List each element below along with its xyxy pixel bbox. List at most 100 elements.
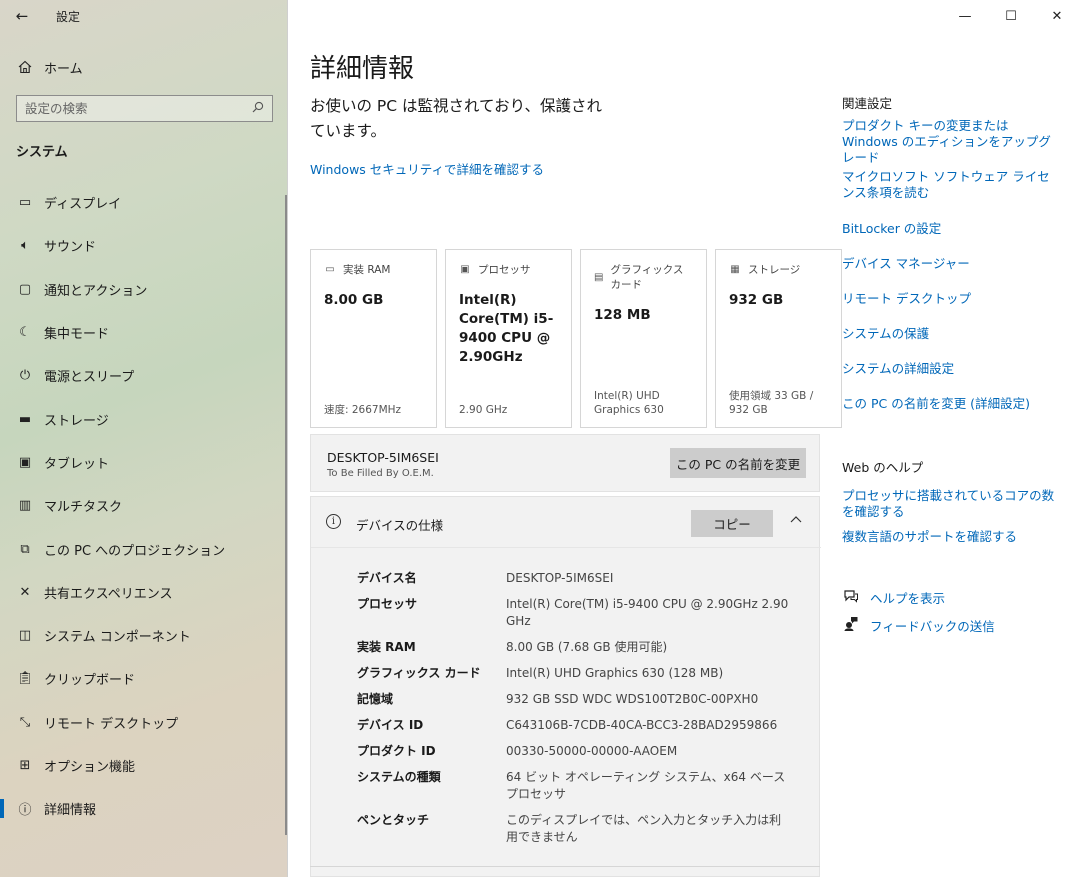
spec-label: プロセッサ (357, 597, 418, 611)
sidebar-item-label: マルチタスク (44, 500, 123, 516)
spec-value: Intel(R) Core(TM) i5-9400 CPU @ 2.90GHz … (506, 597, 789, 628)
web-help-heading: Web のヘルプ (842, 460, 924, 475)
main-content: — ☐ ✕ 詳細情報 お使いの PC は監視されており、保護されています。 Wi… (289, 0, 1080, 877)
system-protection-link[interactable]: システムの保護 (842, 326, 1057, 342)
processor-cores-link[interactable]: プロセッサに搭載されているコアの数を確認する (842, 488, 1057, 520)
help-chat-icon (842, 589, 859, 607)
components-icon: ◫ (18, 628, 32, 644)
back-arrow-icon: ← (15, 7, 29, 25)
minimize-button[interactable]: — (942, 0, 988, 32)
spec-title: デバイスの仕様 (356, 518, 444, 533)
share-icon: ✕ (19, 584, 31, 600)
card-label: グラフィックス カード (610, 264, 684, 291)
window-controls: — ☐ ✕ (942, 0, 1080, 32)
sidebar-item-label: リモート デスクトップ (44, 716, 179, 732)
sidebar-item-storage[interactable]: ▬ ストレージ (0, 397, 288, 440)
sidebar-item-sound[interactable]: 🔈︎ サウンド (0, 224, 288, 267)
cpu-icon: ▣ (460, 264, 470, 275)
advanced-system-link[interactable]: システムの詳細設定 (842, 361, 1057, 377)
security-link[interactable]: Windows セキュリティで詳細を確認する (310, 159, 544, 178)
sidebar-item-about[interactable]: ⓘ 詳細情報 (0, 787, 288, 830)
sidebar-item-remote[interactable]: ⤡ リモート デスクトップ (0, 701, 288, 744)
card-value: 8.00 GB (324, 292, 384, 308)
sidebar-item-focus[interactable]: ☾ 集中モード (0, 311, 288, 354)
spec-label: システムの種類 (357, 770, 441, 784)
spec-label: 実装 RAM (357, 640, 416, 654)
page-title: 詳細情報 (310, 54, 415, 84)
spec-row: ペンとタッチ このディスプレイでは、ペン入力とタッチ入力は利用できません (357, 812, 797, 846)
sidebar-item-optional[interactable]: ⊞ オプション機能 (0, 744, 288, 787)
sidebar-item-label: ディスプレイ (44, 197, 122, 213)
rename-pc-button[interactable]: この PC の名前を変更 (670, 448, 806, 478)
info-icon: ⓘ (18, 803, 32, 819)
search-box[interactable] (16, 95, 273, 122)
sidebar-item-display[interactable]: ▭ ディスプレイ (0, 181, 288, 224)
spec-row: デバイス ID C643106B-7CDB-40CA-BCC3-28BAD2959… (357, 717, 797, 734)
search-input[interactable] (25, 101, 252, 116)
maximize-icon: ☐ (1005, 8, 1017, 24)
spec-header[interactable]: i デバイスの仕様 コピー (311, 497, 821, 548)
protection-status-text: お使いの PC は監視されており、保護されています。 (310, 97, 602, 140)
sidebar: ← 設定 ホーム システム ▭ ディスプレイ 🔈︎ サウンド ▢ 通知とアクション ☾… (0, 0, 288, 877)
graphics-card: ▤ グラフィックス カード 128 MB Intel(R) UHD Graphic… (580, 249, 707, 428)
back-button[interactable]: ← (0, 0, 44, 32)
sidebar-item-label: 集中モード (44, 327, 110, 343)
sidebar-item-label: タブレット (44, 456, 110, 472)
divider (310, 866, 820, 867)
device-manager-link[interactable]: デバイス マネージャー (842, 256, 1057, 272)
sidebar-item-shared[interactable]: ✕ 共有エクスペリエンス (0, 571, 288, 614)
close-button[interactable]: ✕ (1034, 0, 1080, 32)
spec-value: 932 GB SSD WDC WDS100T2B0C-00PXH0 (506, 692, 759, 706)
license-terms-link[interactable]: マイクロソフト ソフトウェア ライセンス条項を読む (842, 169, 1057, 201)
grid-plus-icon: ⊞ (19, 758, 31, 773)
sidebar-item-tablet[interactable]: ▣ タブレット (0, 441, 288, 484)
feedback-icon (842, 616, 859, 635)
card-value: 128 MB (594, 307, 651, 323)
processor-card: ▣ プロセッサ Intel(R) Core(TM) i5-9400 CPU @ 2… (445, 249, 572, 428)
spec-value: 8.00 GB (7.68 GB 使用可能) (506, 640, 668, 654)
product-key-link[interactable]: プロダクト キーの変更または Windows のエディションをアップグレード (842, 118, 1057, 166)
sidebar-item-home[interactable]: ホーム (0, 52, 288, 82)
copy-button[interactable]: コピー (691, 510, 773, 537)
sidebar-item-label: クリップボード (44, 673, 136, 689)
home-label: ホーム (44, 61, 83, 77)
bitlocker-link[interactable]: BitLocker の設定 (842, 221, 1057, 237)
feedback-item[interactable]: フィードバックの送信 (842, 616, 995, 635)
sidebar-item-clipboard[interactable]: 📋︎ クリップボード (0, 657, 288, 700)
device-spec-panel: i デバイスの仕様 コピー デバイス名 DESKTOP-5IM6SEI プロセッサ… (310, 496, 821, 877)
sidebar-item-projection[interactable]: ⧉ この PC へのプロジェクション (0, 527, 288, 570)
tablet-icon: ▣ (18, 454, 32, 470)
spec-value: 00330-50000-00000-AAOEM (506, 744, 678, 758)
spec-row: プロダクト ID 00330-50000-00000-AAOEM (357, 743, 797, 760)
projection-icon: ⧉ (20, 541, 30, 557)
gpu-icon: ▤ (594, 271, 604, 283)
multilanguage-link[interactable]: 複数言語のサポートを確認する (842, 529, 1057, 545)
sidebar-item-label: 通知とアクション (44, 283, 148, 299)
sidebar-scrollbar[interactable] (285, 195, 287, 835)
maximize-button[interactable]: ☐ (988, 0, 1034, 32)
spec-label: プロダクト ID (357, 744, 436, 758)
get-help-item[interactable]: ヘルプを表示 (842, 588, 945, 607)
sound-icon: 🔈︎ (21, 238, 29, 254)
minimize-icon: — (958, 8, 972, 24)
chevron-up-icon[interactable] (790, 513, 802, 526)
rename-advanced-link[interactable]: この PC の名前を変更 (詳細設定) (842, 396, 1057, 412)
spec-value: C643106B-7CDB-40CA-BCC3-28BAD2959866 (506, 718, 778, 732)
spec-value: Intel(R) UHD Graphics 630 (128 MB) (506, 666, 724, 680)
sidebar-item-notifications[interactable]: ▢ 通知とアクション (0, 268, 288, 311)
sidebar-item-power[interactable]: ⏻ 電源とスリープ (0, 354, 288, 397)
card-value: Intel(R) Core(TM) i5-9400 CPU @ 2.90GHz (459, 292, 554, 365)
storage-icon: ▬ (18, 411, 32, 427)
clipboard-icon: 📋︎ (16, 671, 34, 687)
spec-label: グラフィックス カード (357, 666, 481, 680)
get-help-link[interactable]: ヘルプを表示 (870, 588, 945, 607)
spec-value: 64 ビット オペレーティング システム、x64 ベース プロセッサ (506, 770, 786, 801)
feedback-link[interactable]: フィードバックの送信 (870, 616, 995, 635)
sidebar-item-multitask[interactable]: ▥ マルチタスク (0, 484, 288, 527)
card-value: 932 GB (729, 292, 784, 308)
remote-desktop-link[interactable]: リモート デスクトップ (842, 291, 1057, 307)
sidebar-item-label: 電源とスリープ (44, 370, 135, 386)
search-icon (252, 101, 264, 116)
spec-row: デバイス名 DESKTOP-5IM6SEI (357, 570, 797, 587)
sidebar-item-components[interactable]: ◫ システム コンポーネント (0, 614, 288, 657)
